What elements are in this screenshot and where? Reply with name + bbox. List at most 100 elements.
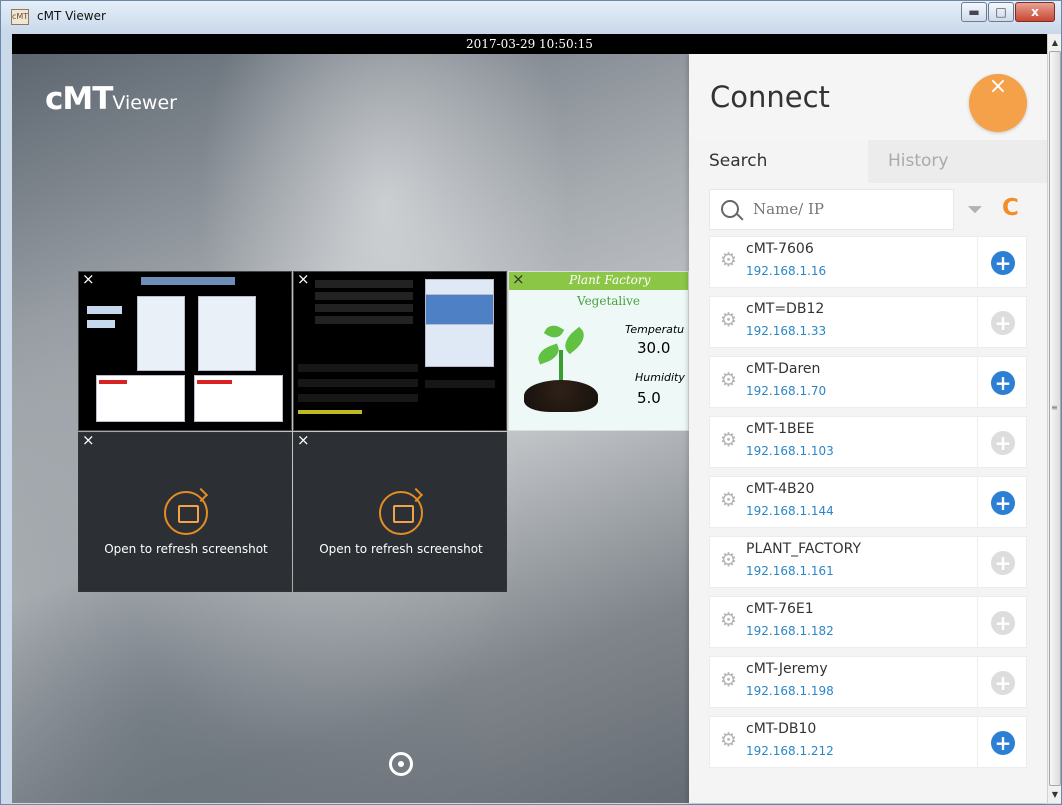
device-ip: 192.168.1.103 — [746, 444, 834, 458]
thumbnail-table — [137, 296, 185, 371]
close-thumbnail-icon[interactable]: × — [512, 272, 525, 287]
device-divider — [977, 537, 978, 587]
add-device-button[interactable]: + — [991, 731, 1015, 755]
close-thumbnail-icon[interactable]: × — [82, 272, 95, 287]
vertical-scrollbar[interactable]: ▲ ≡ ▼ — [1047, 34, 1061, 803]
close-thumbnail-icon[interactable]: × — [82, 433, 95, 448]
device-name: cMT-4B20 — [746, 481, 815, 497]
add-device-button[interactable]: + — [991, 491, 1015, 515]
device-thumbnail[interactable]: × — [78, 271, 292, 431]
plant-factory-thumbnail[interactable]: × Plant Factory Vegetalive Temperatu 30.… — [508, 271, 689, 431]
device-list-item[interactable]: ⚙ cMT-DB10 192.168.1.212 + — [709, 716, 1027, 768]
device-list-item[interactable]: ⚙ cMT-7606 192.168.1.16 + — [709, 236, 1027, 288]
temperature-value: 30.0 — [637, 339, 671, 357]
device-ip: 192.168.1.33 — [746, 324, 827, 338]
humidity-value: 5.0 — [637, 389, 661, 407]
refresh-thumbnail[interactable]: × Open to refresh screenshot — [293, 432, 507, 592]
add-device-button[interactable]: + — [991, 251, 1015, 275]
plant-leaf — [535, 343, 562, 365]
device-divider — [977, 237, 978, 287]
app-window: cMT cMT Viewer ▬ □ x 2017-03-29 10:50:15… — [0, 0, 1062, 805]
scrollbar-grip-icon: ≡ — [1051, 403, 1058, 412]
add-device-button[interactable]: + — [991, 551, 1015, 575]
settings-gear-icon[interactable]: ⚙ — [720, 491, 738, 510]
refresh-screenshot-icon — [164, 491, 208, 535]
device-list-item[interactable]: ⚙ cMT-1BEE 192.168.1.103 + — [709, 416, 1027, 468]
maximize-button[interactable]: □ — [988, 2, 1014, 22]
device-ip: 192.168.1.144 — [746, 504, 834, 518]
refresh-screenshot-text: Open to refresh screenshot — [319, 542, 483, 556]
device-list-item[interactable]: ⚙ PLANT_FACTORY 192.168.1.161 + — [709, 536, 1027, 588]
device-list-item[interactable]: ⚙ cMT-76E1 192.168.1.182 + — [709, 596, 1027, 648]
refresh-screenshot-icon — [379, 491, 423, 535]
device-list-item[interactable]: ⚙ cMT-Jeremy 192.168.1.198 + — [709, 656, 1027, 708]
search-box — [709, 189, 954, 230]
thumbnail-field — [87, 306, 122, 314]
thumbnail-list — [315, 292, 413, 300]
connect-panel: Connect × Search History ⏷ C ⚙ cMT-7606 … — [689, 54, 1047, 803]
device-list-item[interactable]: ⚙ cMT-4B20 192.168.1.144 + — [709, 476, 1027, 528]
connect-title: Connect — [710, 80, 830, 114]
settings-gear-icon[interactable]: ⚙ — [720, 671, 738, 690]
thumbnail-status — [298, 410, 362, 414]
settings-gear-icon[interactable]: ⚙ — [720, 731, 738, 750]
search-input[interactable] — [753, 199, 943, 219]
settings-gear-icon[interactable]: ⚙ — [720, 551, 738, 570]
title-bar: cMT cMT Viewer ▬ □ x — [1, 1, 1061, 34]
close-connect-button[interactable]: × — [969, 74, 1027, 132]
device-list-item[interactable]: ⚙ cMT-Daren 192.168.1.70 + — [709, 356, 1027, 408]
add-device-button[interactable]: + — [991, 431, 1015, 455]
plant-soil — [524, 380, 598, 412]
settings-gear-icon[interactable]: ⚙ — [720, 371, 738, 390]
device-thumbnail[interactable]: × — [293, 271, 507, 431]
device-divider — [977, 657, 978, 707]
add-device-button[interactable]: + — [991, 671, 1015, 695]
settings-gear-icon[interactable]: ⚙ — [720, 611, 738, 630]
refresh-icon[interactable]: C — [1002, 196, 1026, 220]
device-divider — [977, 357, 978, 407]
refresh-screenshot-text: Open to refresh screenshot — [104, 542, 268, 556]
settings-gear-icon[interactable]: ⚙ — [720, 311, 738, 330]
tab-history[interactable]: History — [868, 140, 1047, 183]
thumbnail-blue-panel — [425, 294, 494, 325]
scroll-up-arrow-icon[interactable]: ▲ — [1048, 34, 1062, 51]
thumbnail-list — [315, 280, 413, 288]
device-name: cMT=DB12 — [746, 301, 825, 317]
device-name: cMT-Daren — [746, 361, 821, 377]
device-ip: 192.168.1.70 — [746, 384, 827, 398]
close-thumbnail-icon[interactable]: × — [297, 272, 310, 287]
device-list-item[interactable]: ⚙ cMT=DB12 192.168.1.33 + — [709, 296, 1027, 348]
add-device-button[interactable]: + — [991, 611, 1015, 635]
thumbnail-table — [198, 296, 256, 371]
plant-leaf — [560, 326, 589, 355]
close-window-button[interactable]: x — [1015, 2, 1055, 22]
connect-header: Connect × — [689, 54, 1047, 140]
add-device-button[interactable]: + — [991, 371, 1015, 395]
connect-tabs: Search History — [689, 140, 1047, 183]
device-name: PLANT_FACTORY — [746, 541, 861, 557]
app-logo: cMTViewer — [45, 81, 177, 117]
thumbnail-list — [298, 379, 418, 387]
scrollbar-thumb[interactable] — [1049, 51, 1061, 786]
close-thumbnail-icon[interactable]: × — [297, 433, 310, 448]
device-ip: 192.168.1.182 — [746, 624, 834, 638]
minimize-button[interactable]: ▬ — [961, 2, 987, 22]
device-name: cMT-1BEE — [746, 421, 815, 437]
temperature-label: Temperatu — [625, 323, 685, 336]
thumbnail-list — [425, 380, 495, 388]
refresh-thumbnail[interactable]: × Open to refresh screenshot — [78, 432, 292, 592]
page-indicator[interactable] — [389, 752, 413, 776]
add-device-button[interactable]: + — [991, 311, 1015, 335]
thumbnail-toolbar — [141, 277, 235, 285]
device-divider — [977, 297, 978, 347]
device-divider — [977, 417, 978, 467]
device-name: cMT-DB10 — [746, 721, 817, 737]
humidity-label: Humidity — [635, 371, 685, 384]
filter-icon[interactable]: ⏷ — [967, 199, 987, 221]
scroll-down-arrow-icon[interactable]: ▼ — [1048, 786, 1062, 803]
thumbnail-list — [298, 364, 418, 372]
settings-gear-icon[interactable]: ⚙ — [720, 431, 738, 450]
settings-gear-icon[interactable]: ⚙ — [720, 251, 738, 270]
thumbnail-field — [87, 320, 115, 328]
tab-search[interactable]: Search — [689, 140, 868, 183]
